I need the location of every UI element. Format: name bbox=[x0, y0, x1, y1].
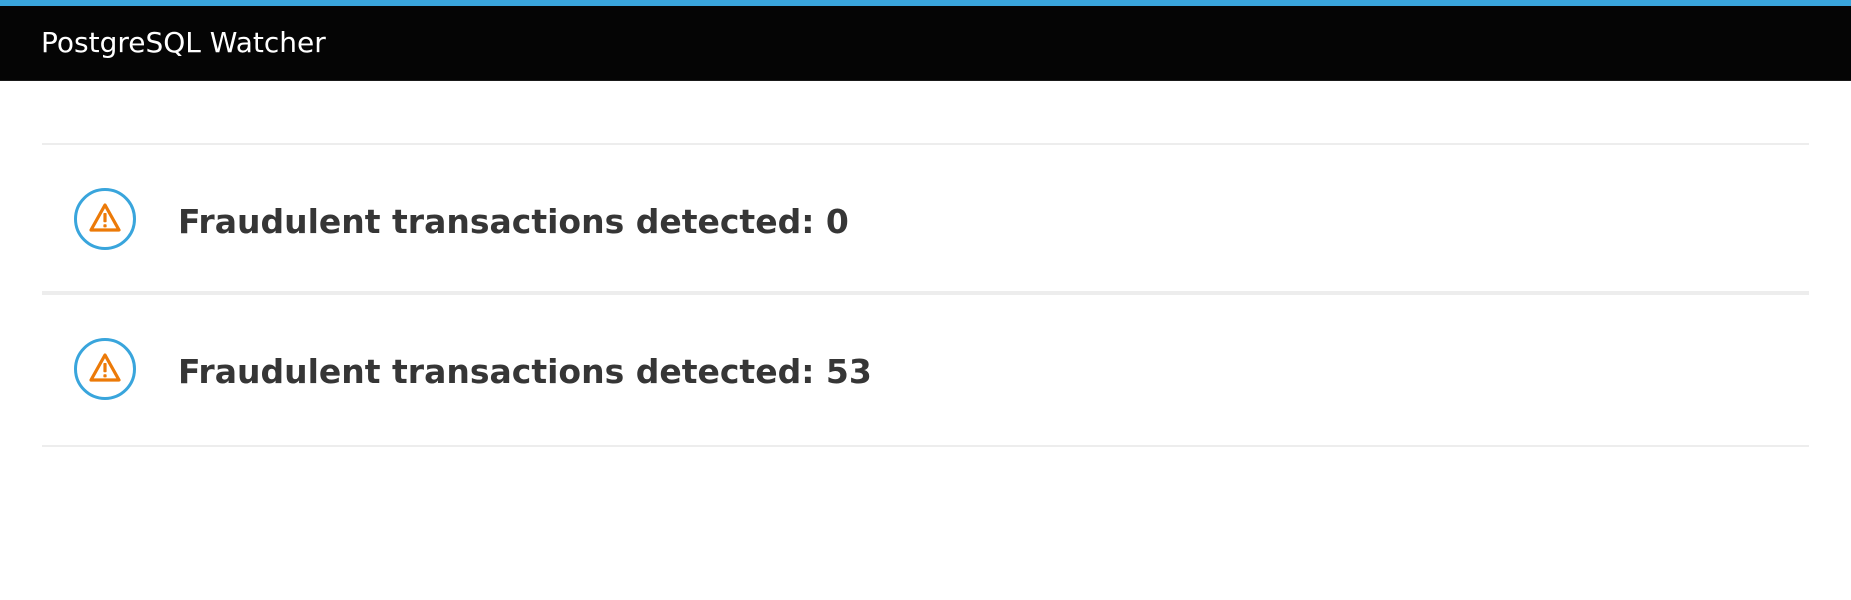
app-header: PostgreSQL Watcher bbox=[0, 6, 1851, 81]
alert-list-item: Fraudulent transactions detected: 0 bbox=[42, 145, 1809, 295]
alert-list: Fraudulent transactions detected: 0 Frau… bbox=[42, 143, 1809, 447]
alert-message: Fraudulent transactions detected: 0 bbox=[178, 202, 849, 241]
warning-triangle-icon bbox=[74, 338, 136, 400]
alert-message: Fraudulent transactions detected: 53 bbox=[178, 352, 872, 391]
app-title[interactable]: PostgreSQL Watcher bbox=[41, 26, 326, 60]
alert-list-item: Fraudulent transactions detected: 53 bbox=[42, 295, 1809, 447]
warning-triangle-icon bbox=[74, 188, 136, 250]
